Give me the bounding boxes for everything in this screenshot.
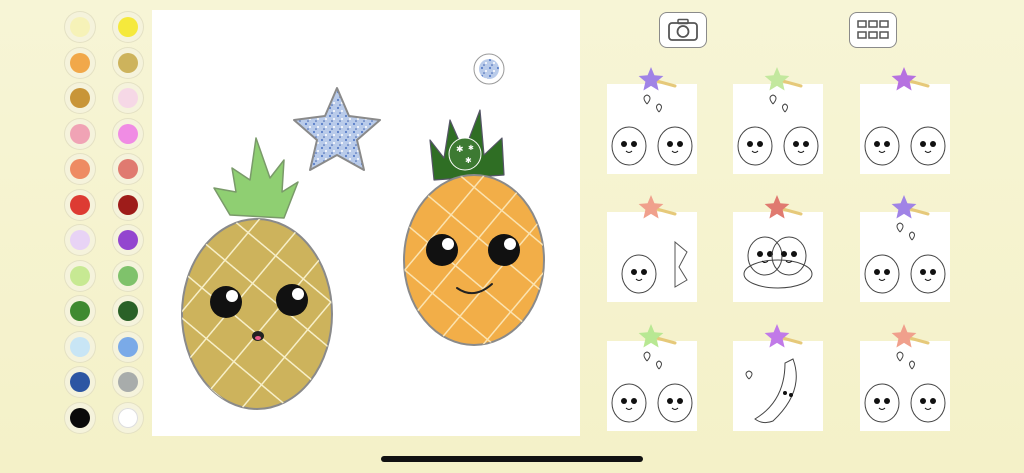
page-thumbnail [864, 195, 946, 294]
glitter-brush-cursor [473, 53, 505, 85]
camera-button[interactable] [659, 12, 707, 48]
gallery-grid-button[interactable] [849, 12, 897, 48]
coloring-page-strawberry-leaves[interactable] [607, 195, 697, 302]
page-wand-star-icon [764, 67, 790, 91]
page-thumbnail [743, 195, 813, 289]
color-swatch-14[interactable] [113, 225, 143, 255]
color-swatch-23[interactable] [65, 402, 95, 433]
page-wand-star-icon [764, 195, 790, 219]
color-swatch-7[interactable] [65, 118, 95, 149]
color-swatch-12[interactable] [113, 189, 143, 220]
color-dot [70, 265, 90, 286]
color-dot [70, 336, 90, 357]
page-thumbnail [864, 324, 946, 423]
home-indicator[interactable] [381, 456, 643, 462]
svg-text:✱: ✱ [465, 156, 472, 165]
color-swatch-6[interactable] [113, 83, 143, 113]
color-dot [118, 336, 138, 357]
drawing-canvas[interactable]: ✱ ✱ ✱ [152, 10, 580, 436]
color-swatch-2[interactable] [113, 12, 143, 42]
pineapple-right: ✱ ✱ ✱ [403, 109, 545, 346]
color-dot [70, 123, 90, 144]
color-swatch-15[interactable] [65, 260, 95, 291]
coloring-page-pears-hearts[interactable] [607, 324, 697, 431]
color-dot [70, 159, 90, 179]
color-swatch-18[interactable] [113, 296, 143, 326]
pineapple-left [181, 137, 333, 410]
color-dot [70, 407, 90, 428]
page-wand-star-icon [638, 195, 664, 219]
page-thumbnail [611, 324, 693, 423]
color-swatch-1[interactable] [65, 12, 95, 42]
page-thumbnail [611, 67, 693, 166]
color-swatch-16[interactable] [113, 260, 143, 291]
coloring-page-apples-hearts[interactable] [860, 195, 950, 302]
color-dot [70, 194, 90, 215]
color-dot [118, 301, 138, 321]
color-dot [70, 230, 90, 250]
grid-icon [857, 20, 889, 39]
color-dot [70, 301, 90, 321]
color-dot [118, 372, 138, 392]
page-thumbnail [737, 67, 819, 166]
coloring-page-banana-peanuts[interactable] [733, 195, 823, 302]
color-dot [118, 407, 138, 428]
color-swatch-4[interactable] [113, 47, 143, 78]
color-swatch-8[interactable] [113, 118, 143, 149]
color-swatch-3[interactable] [65, 47, 95, 78]
color-dot [70, 17, 90, 37]
coloring-page-banana-heart[interactable] [733, 324, 823, 431]
color-swatch-10[interactable] [113, 154, 143, 184]
color-swatch-5[interactable] [65, 83, 95, 113]
color-swatch-9[interactable] [65, 154, 95, 184]
color-dot [118, 194, 138, 215]
page-thumbnail [745, 324, 803, 424]
color-dot [118, 230, 138, 250]
color-dot [118, 52, 138, 73]
svg-text:✱: ✱ [456, 145, 464, 155]
page-wand-star-icon [891, 67, 917, 91]
color-dot [70, 372, 90, 392]
color-swatch-20[interactable] [113, 331, 143, 362]
page-wand-star-icon [638, 67, 664, 91]
svg-text:✱: ✱ [468, 144, 474, 152]
page-thumbnail [864, 67, 946, 166]
color-swatch-24[interactable] [113, 402, 143, 433]
color-palette [62, 10, 146, 433]
page-wand-star-icon [891, 195, 917, 219]
color-dot [118, 17, 138, 37]
page-wand-star-icon [638, 324, 664, 348]
coloring-page-pineapples-hearts[interactable] [607, 67, 697, 174]
page-wand-star-icon [891, 324, 917, 348]
coloring-page-pineapples-hearts-2[interactable] [733, 67, 823, 174]
color-dot [70, 52, 90, 73]
camera-icon [668, 18, 698, 41]
page-thumbnail [621, 195, 688, 294]
color-swatch-11[interactable] [65, 189, 95, 220]
color-dot [118, 159, 138, 179]
color-swatch-17[interactable] [65, 296, 95, 326]
color-dot [118, 265, 138, 286]
color-dot [70, 88, 90, 108]
page-wand-star-icon [764, 324, 790, 348]
color-dot [118, 88, 138, 108]
color-swatch-19[interactable] [65, 331, 95, 362]
glitter-star-sticker [293, 87, 381, 171]
canvas-artwork: ✱ ✱ ✱ [181, 53, 545, 410]
color-swatch-22[interactable] [113, 367, 143, 397]
coloring-page-apples-hearts-2[interactable] [860, 324, 950, 431]
coloring-page-strawberries-stars[interactable] [860, 67, 950, 174]
color-dot [118, 123, 138, 144]
color-swatch-13[interactable] [65, 225, 95, 255]
color-swatch-21[interactable] [65, 367, 95, 397]
